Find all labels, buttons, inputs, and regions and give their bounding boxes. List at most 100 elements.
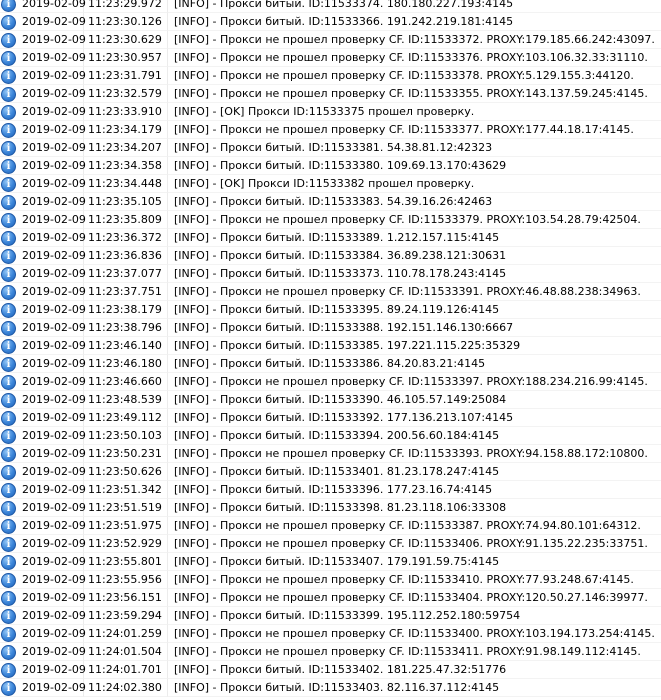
info-icon: i xyxy=(1,537,16,552)
log-row[interactable]: i 2019-02-09 11:23:56.151 [INFO] - Прокс… xyxy=(0,589,661,607)
info-icon: i xyxy=(1,249,16,264)
log-time: 11:23:55.801 xyxy=(84,553,168,571)
log-message: [INFO] - Прокси не прошел проверку CF. I… xyxy=(168,373,661,391)
log-row[interactable]: i 2019-02-09 11:23:35.105 [INFO] - Прокс… xyxy=(0,193,661,211)
log-date: 2019-02-09 xyxy=(18,229,86,247)
log-row[interactable]: i 2019-02-09 11:24:01.504 [INFO] - Прокс… xyxy=(0,643,661,661)
log-row[interactable]: i 2019-02-09 11:23:49.112 [INFO] - Прокс… xyxy=(0,409,661,427)
log-row[interactable]: i 2019-02-09 11:23:50.103 [INFO] - Прокс… xyxy=(0,427,661,445)
log-row[interactable]: i 2019-02-09 11:23:51.519 [INFO] - Прокс… xyxy=(0,499,661,517)
log-row[interactable]: i 2019-02-09 11:23:46.180 [INFO] - Прокс… xyxy=(0,355,661,373)
log-date: 2019-02-09 xyxy=(18,85,86,103)
log-message: [INFO] - Прокси не прошел проверку CF. I… xyxy=(168,625,661,643)
icon-cell: i xyxy=(0,391,18,409)
log-row[interactable]: i 2019-02-09 11:23:36.836 [INFO] - Прокс… xyxy=(0,247,661,265)
log-date: 2019-02-09 xyxy=(18,49,86,67)
log-row[interactable]: i 2019-02-09 11:23:46.660 [INFO] - Прокс… xyxy=(0,373,661,391)
info-icon: i xyxy=(1,393,16,408)
log-message: [INFO] - Прокси не прошел проверку CF. I… xyxy=(168,571,661,589)
log-message: [INFO] - Прокси битый. ID:11533366. 191.… xyxy=(168,13,661,31)
info-icon: i xyxy=(1,303,16,318)
log-row[interactable]: i 2019-02-09 11:23:30.629 [INFO] - Прокс… xyxy=(0,31,661,49)
log-list[interactable]: i 2019-02-09 11:23:29.972 [INFO] - Прокс… xyxy=(0,0,661,697)
icon-cell: i xyxy=(0,193,18,211)
log-date: 2019-02-09 xyxy=(18,661,86,679)
log-time: 11:23:38.796 xyxy=(84,319,168,337)
log-date: 2019-02-09 xyxy=(18,31,86,49)
info-icon: i xyxy=(1,519,16,534)
icon-cell: i xyxy=(0,265,18,283)
info-icon: i xyxy=(1,69,16,84)
info-icon: i xyxy=(1,51,16,66)
log-row[interactable]: i 2019-02-09 11:23:34.448 [INFO] - [OK] … xyxy=(0,175,661,193)
log-row[interactable]: i 2019-02-09 11:23:34.179 [INFO] - Прокс… xyxy=(0,121,661,139)
log-date: 2019-02-09 xyxy=(18,0,86,13)
log-row[interactable]: i 2019-02-09 11:23:50.231 [INFO] - Прокс… xyxy=(0,445,661,463)
log-row[interactable]: i 2019-02-09 11:23:36.372 [INFO] - Прокс… xyxy=(0,229,661,247)
log-message: [INFO] - Прокси битый. ID:11533407. 179.… xyxy=(168,553,661,571)
log-date: 2019-02-09 xyxy=(18,589,86,607)
log-row[interactable]: i 2019-02-09 11:23:51.342 [INFO] - Прокс… xyxy=(0,481,661,499)
log-message: [INFO] - Прокси битый. ID:11533380. 109.… xyxy=(168,157,661,175)
log-time: 11:23:36.836 xyxy=(84,247,168,265)
icon-cell: i xyxy=(0,625,18,643)
log-date: 2019-02-09 xyxy=(18,103,86,121)
log-row[interactable]: i 2019-02-09 11:23:37.751 [INFO] - Прокс… xyxy=(0,283,661,301)
log-message: [INFO] - Прокси не прошел проверку CF. I… xyxy=(168,31,661,49)
log-time: 11:23:55.956 xyxy=(84,571,168,589)
log-row[interactable]: i 2019-02-09 11:23:30.957 [INFO] - Прокс… xyxy=(0,49,661,67)
icon-cell: i xyxy=(0,283,18,301)
log-date: 2019-02-09 xyxy=(18,157,86,175)
info-icon: i xyxy=(1,465,16,480)
info-icon: i xyxy=(1,573,16,588)
log-row[interactable]: i 2019-02-09 11:23:46.140 [INFO] - Прокс… xyxy=(0,337,661,355)
info-icon: i xyxy=(1,501,16,516)
log-row[interactable]: i 2019-02-09 11:23:50.626 [INFO] - Прокс… xyxy=(0,463,661,481)
log-row[interactable]: i 2019-02-09 11:23:38.796 [INFO] - Прокс… xyxy=(0,319,661,337)
log-row[interactable]: i 2019-02-09 11:23:30.126 [INFO] - Прокс… xyxy=(0,13,661,31)
log-message: [INFO] - [OK] Прокси ID:11533382 прошел … xyxy=(168,175,661,193)
log-row[interactable]: i 2019-02-09 11:23:52.929 [INFO] - Прокс… xyxy=(0,535,661,553)
info-icon: i xyxy=(1,555,16,570)
icon-cell: i xyxy=(0,409,18,427)
log-row[interactable]: i 2019-02-09 11:23:31.791 [INFO] - Прокс… xyxy=(0,67,661,85)
log-time: 11:23:51.975 xyxy=(84,517,168,535)
log-row[interactable]: i 2019-02-09 11:23:38.179 [INFO] - Прокс… xyxy=(0,301,661,319)
log-date: 2019-02-09 xyxy=(18,409,86,427)
log-row[interactable]: i 2019-02-09 11:23:34.358 [INFO] - Прокс… xyxy=(0,157,661,175)
log-date: 2019-02-09 xyxy=(18,553,86,571)
icon-cell: i xyxy=(0,373,18,391)
log-row[interactable]: i 2019-02-09 11:23:33.910 [INFO] - [OK] … xyxy=(0,103,661,121)
log-row[interactable]: i 2019-02-09 11:23:32.579 [INFO] - Прокс… xyxy=(0,85,661,103)
log-row[interactable]: i 2019-02-09 11:24:01.701 [INFO] - Прокс… xyxy=(0,661,661,679)
log-row[interactable]: i 2019-02-09 11:23:34.207 [INFO] - Прокс… xyxy=(0,139,661,157)
log-time: 11:24:01.701 xyxy=(84,661,168,679)
log-date: 2019-02-09 xyxy=(18,13,86,31)
log-message: [INFO] - Прокси битый. ID:11533385. 197.… xyxy=(168,337,661,355)
log-row[interactable]: i 2019-02-09 11:23:55.801 [INFO] - Прокс… xyxy=(0,553,661,571)
log-time: 11:23:30.957 xyxy=(84,49,168,67)
log-row[interactable]: i 2019-02-09 11:24:02.380 [INFO] - Прокс… xyxy=(0,679,661,697)
log-row[interactable]: i 2019-02-09 11:23:29.972 [INFO] - Прокс… xyxy=(0,0,661,13)
log-row[interactable]: i 2019-02-09 11:23:48.539 [INFO] - Прокс… xyxy=(0,391,661,409)
log-row[interactable]: i 2019-02-09 11:23:51.975 [INFO] - Прокс… xyxy=(0,517,661,535)
info-icon: i xyxy=(1,33,16,48)
log-time: 11:23:35.105 xyxy=(84,193,168,211)
log-message: [INFO] - Прокси битый. ID:11533392. 177.… xyxy=(168,409,661,427)
log-date: 2019-02-09 xyxy=(18,193,86,211)
info-icon: i xyxy=(1,321,16,336)
log-time: 11:23:30.126 xyxy=(84,13,168,31)
log-message: [INFO] - Прокси битый. ID:11533381. 54.3… xyxy=(168,139,661,157)
log-message: [INFO] - Прокси битый. ID:11533402. 181.… xyxy=(168,661,661,679)
icon-cell: i xyxy=(0,337,18,355)
log-time: 11:23:51.519 xyxy=(84,499,168,517)
log-row[interactable]: i 2019-02-09 11:24:01.259 [INFO] - Прокс… xyxy=(0,625,661,643)
log-message: [INFO] - Прокси битый. ID:11533396. 177.… xyxy=(168,481,661,499)
info-icon: i xyxy=(1,141,16,156)
log-message: [INFO] - Прокси не прошел проверку CF. I… xyxy=(168,535,661,553)
log-message: [INFO] - Прокси битый. ID:11533390. 46.1… xyxy=(168,391,661,409)
log-row[interactable]: i 2019-02-09 11:23:59.294 [INFO] - Прокс… xyxy=(0,607,661,625)
log-row[interactable]: i 2019-02-09 11:23:55.956 [INFO] - Прокс… xyxy=(0,571,661,589)
log-row[interactable]: i 2019-02-09 11:23:37.077 [INFO] - Прокс… xyxy=(0,265,661,283)
log-row[interactable]: i 2019-02-09 11:23:35.809 [INFO] - Прокс… xyxy=(0,211,661,229)
